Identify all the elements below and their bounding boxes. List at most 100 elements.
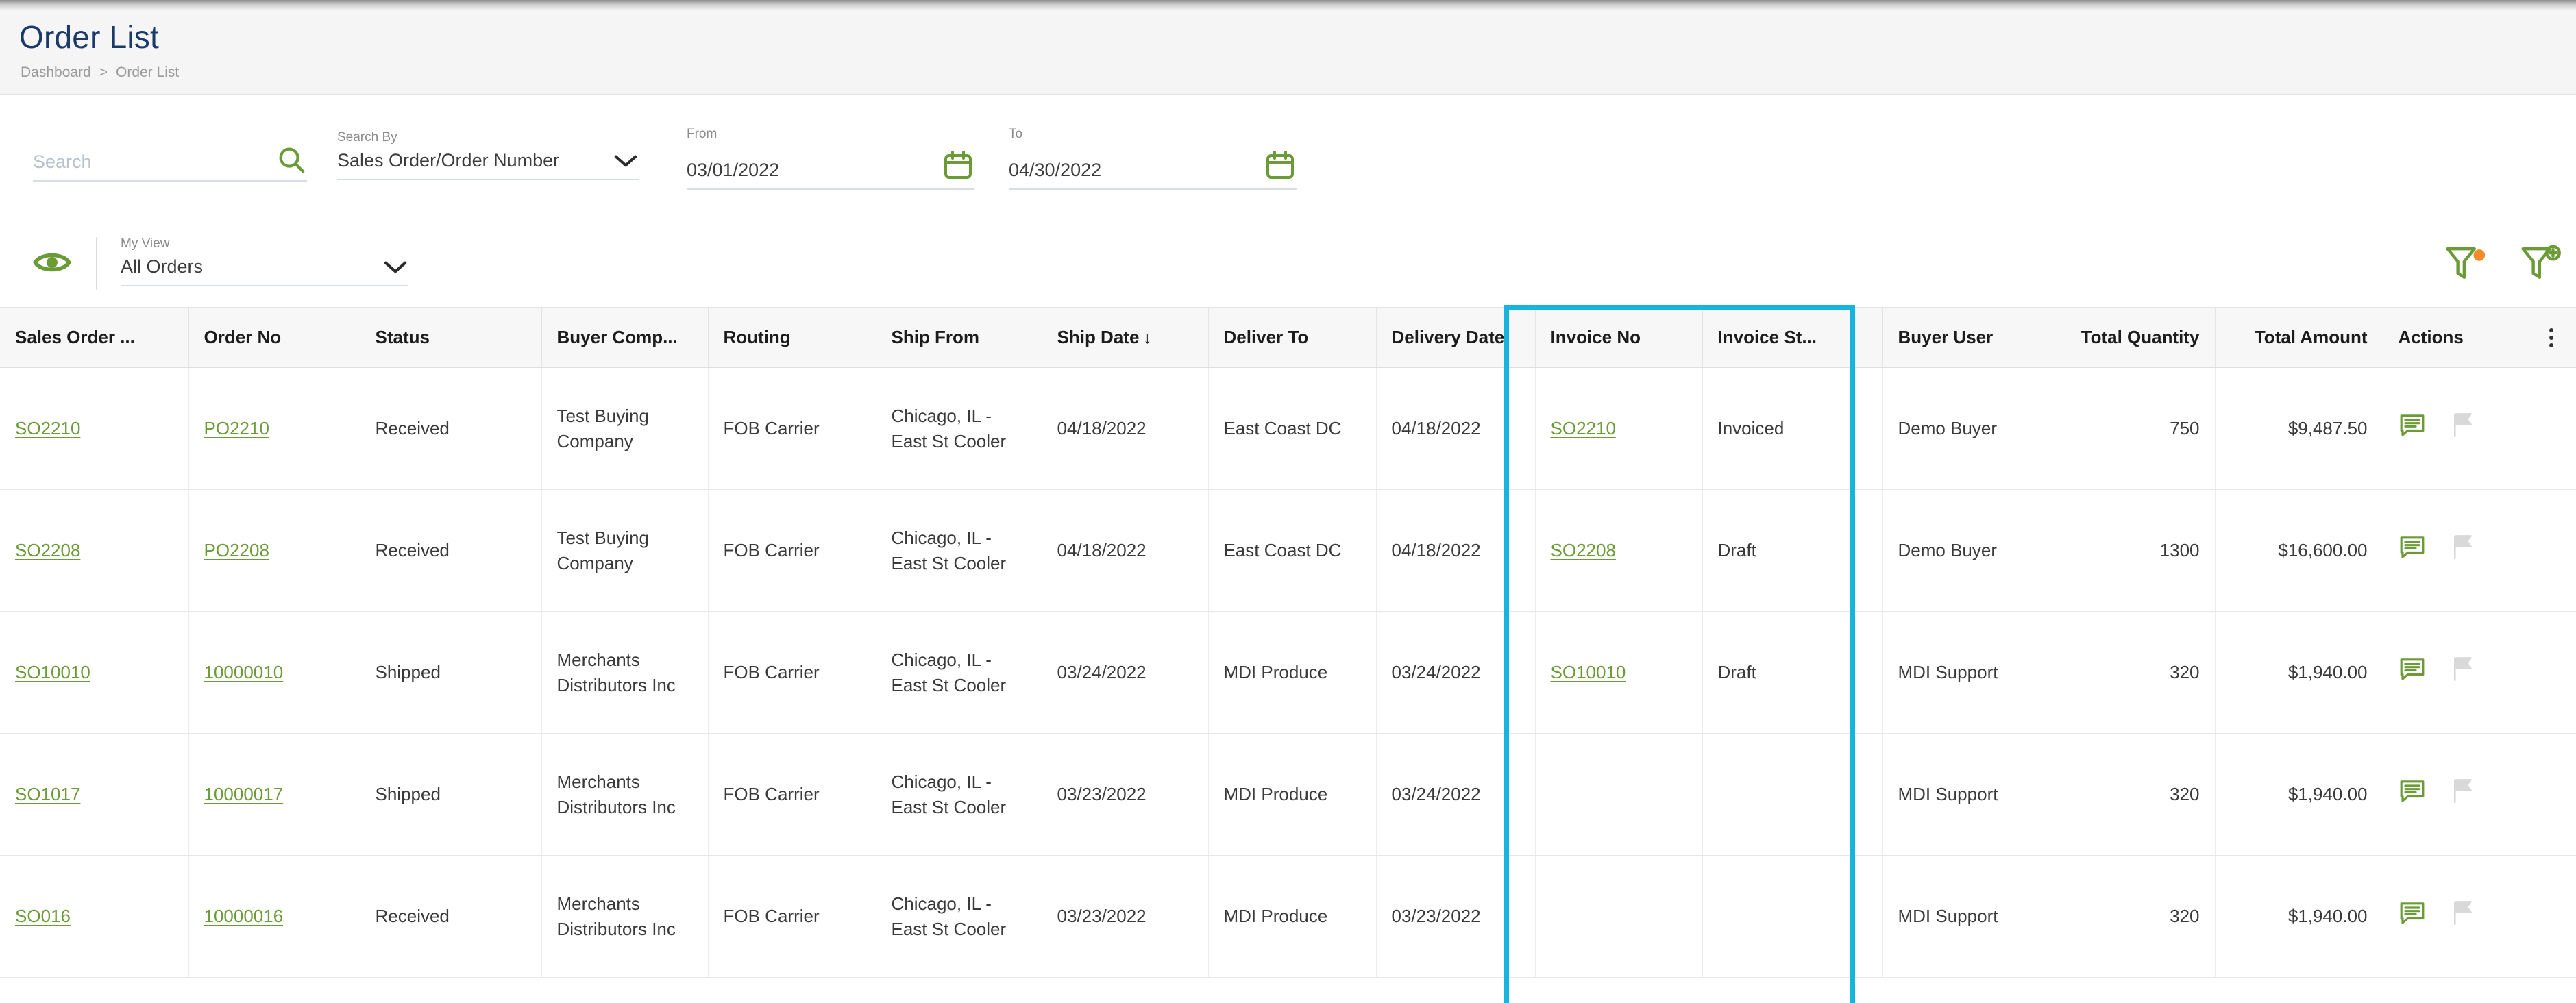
cell-sales-order[interactable]: SO016	[0, 855, 189, 978]
flag-icon[interactable]	[2451, 412, 2475, 446]
cell-ship-from: Chicago, IL - East St Cooler	[876, 489, 1042, 612]
filter-funnel-add-icon[interactable]	[2520, 244, 2561, 282]
search-by-field[interactable]: Search By Sales Order/Order Number	[337, 131, 639, 180]
cell-order-no[interactable]: 10000017	[188, 733, 360, 856]
table-header-row: Sales Order ... Order No Status Buyer Co…	[0, 307, 2576, 368]
cell-sales-order[interactable]: SO10010	[0, 611, 189, 734]
cell-deliver-to: MDI Produce	[1208, 611, 1377, 734]
column-header-ship-date[interactable]: Ship Date ↓	[1042, 307, 1209, 368]
flag-icon[interactable]	[2451, 778, 2475, 812]
cell-invoice-no-link[interactable]: SO10010	[1551, 662, 1626, 682]
cell-deliver-to: MDI Produce	[1208, 733, 1377, 856]
cell-invoice-no	[1535, 733, 1703, 856]
note-icon[interactable]	[2399, 412, 2426, 445]
column-header-deliver-to[interactable]: Deliver To	[1208, 307, 1377, 368]
cell-order-no-link[interactable]: 10000016	[204, 906, 284, 926]
column-header-invoice-no[interactable]: Invoice No	[1535, 307, 1703, 368]
table-row[interactable]: SO016 10000016 Received Merchants Distribut…	[0, 855, 2576, 978]
search-field[interactable]: Search	[33, 144, 307, 182]
cell-invoice-no[interactable]: SO2210	[1535, 367, 1703, 490]
flag-icon[interactable]	[2451, 900, 2475, 934]
to-date-field[interactable]: To 04/30/2022	[1009, 127, 1297, 190]
row-action-group	[2399, 778, 2561, 812]
cell-sales-order[interactable]: SO2210	[0, 367, 189, 490]
search-input[interactable]: Search	[33, 153, 92, 171]
chevron-down-icon[interactable]	[382, 260, 408, 275]
filter-funnel-icon[interactable]	[2444, 244, 2486, 282]
breadcrumb: Dashboard > Order List	[21, 64, 179, 81]
cell-sales-order-link[interactable]: SO10010	[15, 662, 90, 682]
cell-invoice-status: Draft	[1702, 489, 1883, 612]
search-by-value[interactable]: Sales Order/Order Number	[337, 151, 559, 170]
column-header-order-no[interactable]: Order No	[188, 307, 360, 368]
table-row[interactable]: SO2210 PO2210 Received Test Buying Company F…	[0, 367, 2576, 490]
column-header-total-amount[interactable]: Total Amount	[2215, 307, 2383, 368]
column-header-buyer-company[interactable]: Buyer Comp...	[541, 307, 709, 368]
breadcrumb-separator: >	[99, 64, 108, 80]
flag-icon[interactable]	[2451, 656, 2475, 690]
row-action-group	[2399, 412, 2561, 446]
cell-order-no-link[interactable]: 10000017	[204, 784, 284, 804]
to-date-label: To	[1009, 127, 1023, 141]
kebab-menu-icon[interactable]	[2527, 308, 2576, 367]
sort-desc-icon[interactable]: ↓	[1143, 329, 1151, 347]
order-table-container[interactable]: Sales Order ... Order No Status Buyer Co…	[0, 307, 2576, 1003]
cell-order-no-link[interactable]: PO2210	[204, 418, 269, 438]
column-header-routing[interactable]: Routing	[708, 307, 876, 368]
to-date-input[interactable]: 04/30/2022	[1009, 161, 1101, 179]
cell-buyer-company: Test Buying Company	[541, 367, 709, 490]
cell-routing: FOB Carrier	[708, 855, 876, 978]
from-date-field[interactable]: From 03/01/2022	[687, 127, 974, 190]
my-view-value[interactable]: All Orders	[121, 258, 203, 276]
table-row[interactable]: SO10010 10000010 Shipped Merchants Distribu…	[0, 611, 2576, 734]
cell-status: Received	[360, 855, 542, 978]
note-icon[interactable]	[2399, 534, 2426, 567]
my-view-field[interactable]: My View All Orders	[121, 237, 408, 286]
breadcrumb-dashboard[interactable]: Dashboard	[21, 64, 91, 81]
from-date-input[interactable]: 03/01/2022	[687, 161, 779, 179]
calendar-icon[interactable]	[1264, 148, 1297, 182]
column-header-delivery-date[interactable]: Delivery Date	[1376, 307, 1536, 368]
column-header-buyer-user[interactable]: Buyer User	[1882, 307, 2054, 368]
cell-total-quantity: 320	[2054, 855, 2216, 978]
column-header-invoice-status[interactable]: Invoice St...	[1702, 307, 1883, 368]
breadcrumb-order-list[interactable]: Order List	[116, 64, 179, 81]
cell-order-no[interactable]: 10000010	[188, 611, 360, 734]
flag-icon[interactable]	[2451, 534, 2475, 568]
row-action-group	[2399, 534, 2561, 568]
column-header-sales-order[interactable]: Sales Order ...	[0, 307, 189, 368]
cell-total-amount: $1,940.00	[2215, 611, 2383, 734]
note-icon[interactable]	[2399, 900, 2426, 933]
cell-ship-date: 04/18/2022	[1042, 367, 1209, 490]
cell-sales-order-link[interactable]: SO2210	[15, 418, 80, 438]
search-icon[interactable]	[275, 144, 307, 175]
cell-invoice-no-link[interactable]: SO2208	[1551, 540, 1616, 560]
cell-invoice-no[interactable]: SO2208	[1535, 489, 1703, 612]
column-options-button[interactable]	[2527, 307, 2576, 368]
from-date-label: From	[687, 127, 717, 141]
eye-icon[interactable]	[33, 248, 71, 277]
cell-order-no[interactable]: PO2208	[188, 489, 360, 612]
calendar-icon[interactable]	[942, 148, 974, 182]
cell-actions	[2383, 489, 2576, 612]
column-header-total-quantity[interactable]: Total Quantity	[2054, 307, 2216, 368]
cell-sales-order-link[interactable]: SO2208	[15, 540, 80, 560]
cell-sales-order[interactable]: SO2208	[0, 489, 189, 612]
note-icon[interactable]	[2399, 778, 2426, 811]
cell-actions	[2383, 855, 2576, 978]
cell-invoice-no[interactable]: SO10010	[1535, 611, 1703, 734]
cell-order-no-link[interactable]: 10000010	[204, 662, 284, 682]
chevron-down-icon[interactable]	[613, 153, 639, 169]
cell-sales-order-link[interactable]: SO016	[15, 906, 71, 926]
column-header-status[interactable]: Status	[360, 307, 542, 368]
cell-order-no[interactable]: PO2210	[188, 367, 360, 490]
table-row[interactable]: SO2208 PO2208 Received Test Buying Company F…	[0, 489, 2576, 612]
cell-sales-order[interactable]: SO1017	[0, 733, 189, 856]
note-icon[interactable]	[2399, 656, 2426, 689]
cell-invoice-no-link[interactable]: SO2210	[1551, 418, 1616, 438]
table-row[interactable]: SO1017 10000017 Shipped Merchants Distribut…	[0, 733, 2576, 856]
cell-sales-order-link[interactable]: SO1017	[15, 784, 80, 804]
cell-order-no[interactable]: 10000016	[188, 855, 360, 978]
cell-order-no-link[interactable]: PO2208	[204, 540, 269, 560]
column-header-ship-from[interactable]: Ship From	[876, 307, 1042, 368]
